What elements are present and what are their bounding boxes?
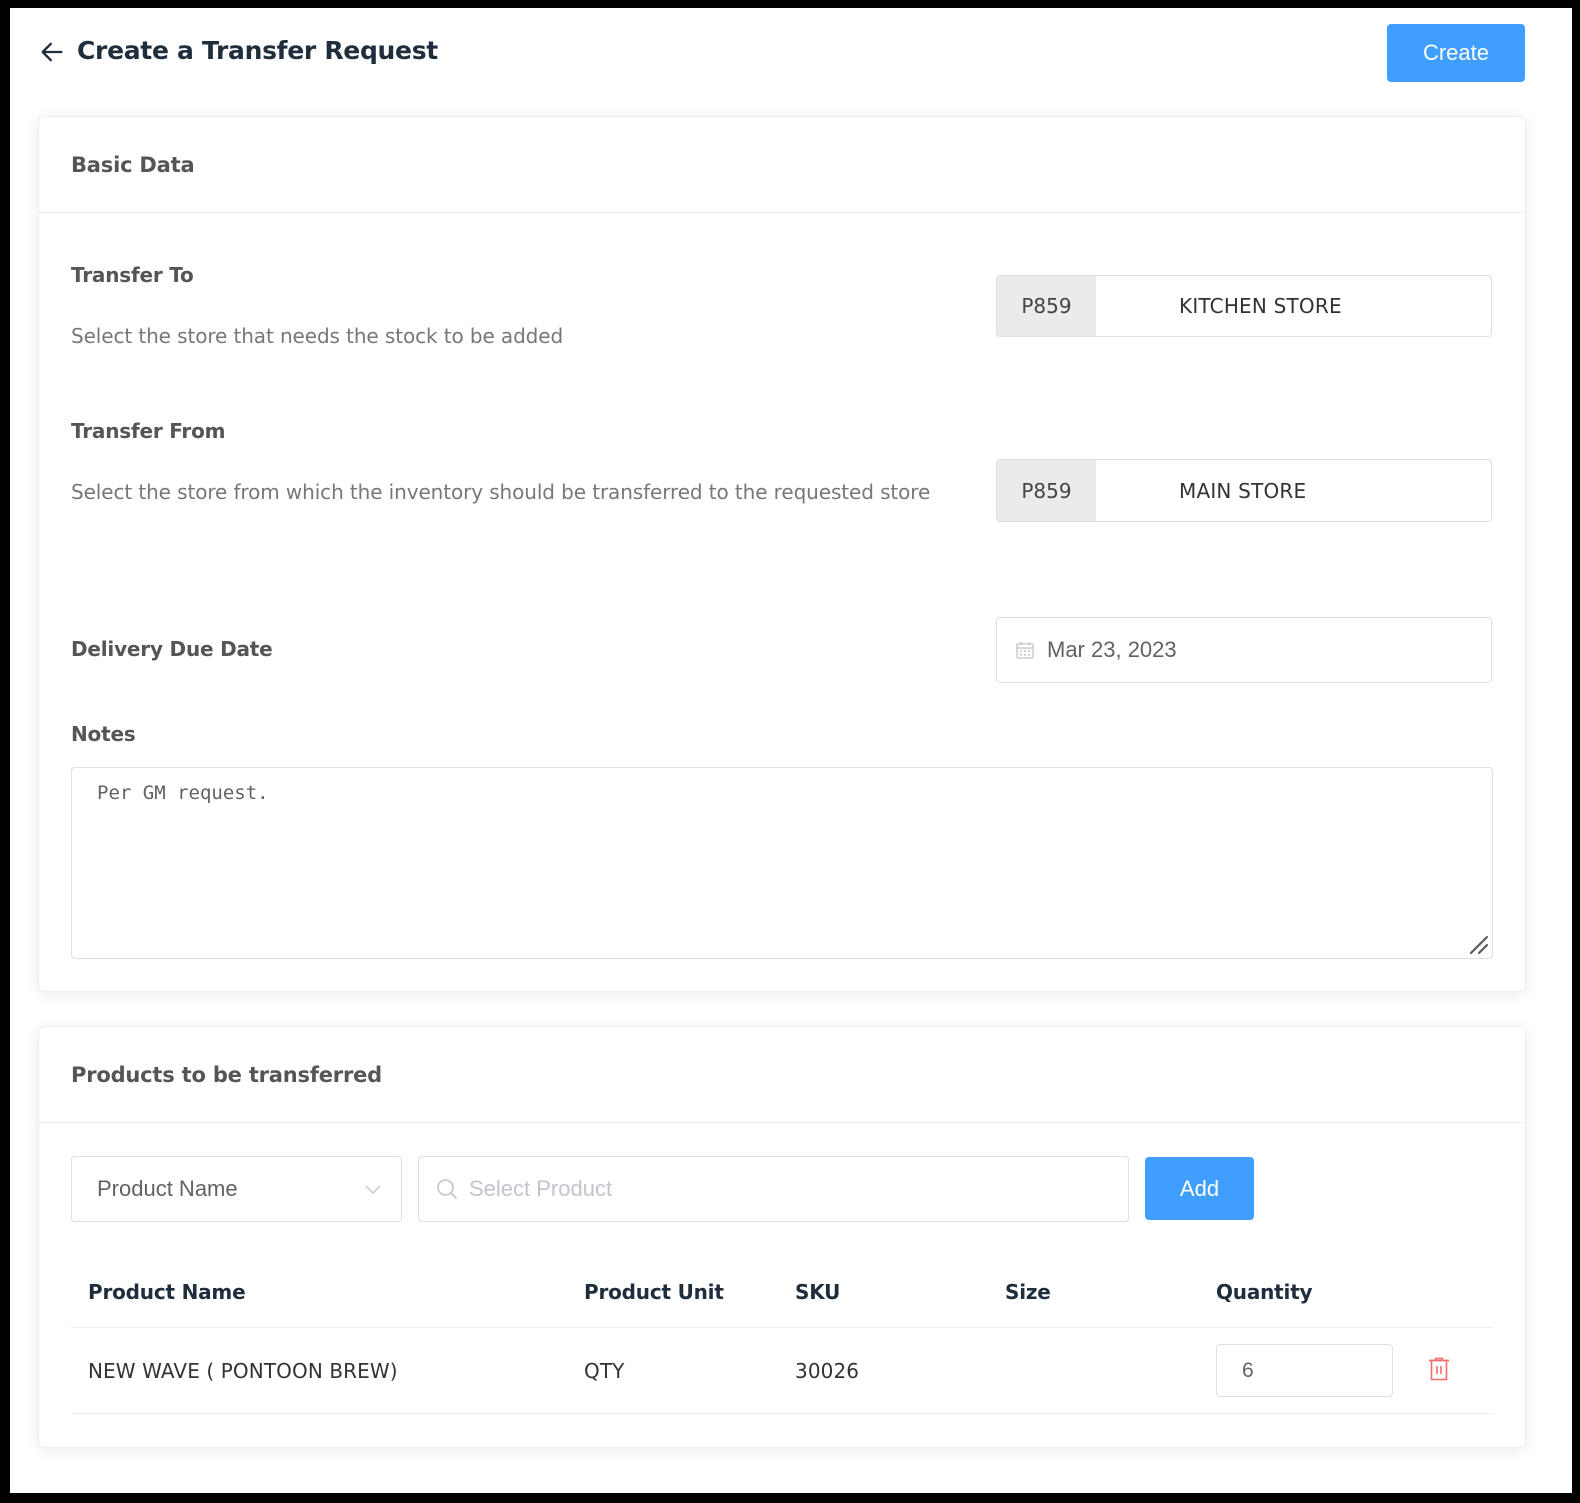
cell-product-unit: QTY [584, 1359, 625, 1383]
create-button[interactable]: Create [1387, 24, 1525, 82]
resize-handle-icon[interactable] [1468, 934, 1490, 956]
notes-value: Per GM request. [97, 782, 269, 804]
transfer-to-store-name: KITCHEN STORE [1179, 294, 1342, 318]
notes-label: Notes [71, 722, 136, 746]
transfer-to-store-code: P859 [997, 276, 1096, 336]
notes-textarea[interactable]: Per GM request. [71, 767, 1493, 959]
cell-product-name: NEW WAVE ( PONTOON BREW) [88, 1359, 398, 1383]
transfer-to-store-select[interactable]: P859 KITCHEN STORE [996, 275, 1492, 337]
transfer-from-store-code: P859 [997, 460, 1096, 521]
column-header-sku: SKU [795, 1280, 841, 1304]
product-search[interactable] [418, 1156, 1129, 1222]
search-icon [437, 1179, 457, 1199]
products-card: Products to be transferred Product Name … [38, 1026, 1526, 1448]
basic-data-header: Basic Data [39, 117, 1525, 213]
transfer-from-label: Transfer From [71, 419, 226, 443]
quantity-input[interactable]: 6 [1216, 1344, 1393, 1397]
column-header-quantity: Quantity [1216, 1280, 1313, 1304]
back-arrow-icon[interactable] [38, 38, 66, 66]
page-title: Create a Transfer Request [77, 36, 438, 65]
column-header-product-name: Product Name [88, 1280, 246, 1304]
column-header-size: Size [1005, 1280, 1051, 1304]
basic-data-card: Basic Data Transfer To Select the store … [38, 116, 1526, 992]
product-filter-selected: Product Name [97, 1176, 238, 1201]
basic-data-title: Basic Data [71, 153, 195, 177]
table-header: Product Name Product Unit SKU Size Quant… [71, 1257, 1493, 1328]
page: Create a Transfer Request Create Basic D… [10, 8, 1572, 1493]
transfer-from-description: Select the store from which the inventor… [71, 480, 931, 504]
table-row: NEW WAVE ( PONTOON BREW) QTY 30026 6 [71, 1328, 1493, 1414]
products-header: Products to be transferred [39, 1027, 1525, 1123]
cell-sku: 30026 [795, 1359, 860, 1383]
column-header-product-unit: Product Unit [584, 1280, 724, 1304]
delivery-due-date-label: Delivery Due Date [71, 637, 273, 661]
transfer-to-label: Transfer To [71, 263, 194, 287]
calendar-icon [1016, 642, 1034, 659]
transfer-from-store-select[interactable]: P859 MAIN STORE [996, 459, 1492, 522]
products-title: Products to be transferred [71, 1063, 382, 1087]
quantity-value: 6 [1242, 1358, 1254, 1382]
delivery-due-date-picker[interactable]: Mar 23, 2023 [996, 617, 1492, 683]
chevron-down-icon [365, 1185, 381, 1194]
transfer-from-store-name: MAIN STORE [1179, 478, 1307, 503]
add-product-button[interactable]: Add [1145, 1157, 1254, 1220]
transfer-to-description: Select the store that needs the stock to… [71, 324, 564, 348]
delete-icon[interactable] [1426, 1356, 1452, 1382]
product-search-input[interactable] [467, 1175, 1071, 1203]
delivery-due-date-value: Mar 23, 2023 [1047, 637, 1177, 662]
product-filter-select[interactable]: Product Name [71, 1156, 402, 1222]
